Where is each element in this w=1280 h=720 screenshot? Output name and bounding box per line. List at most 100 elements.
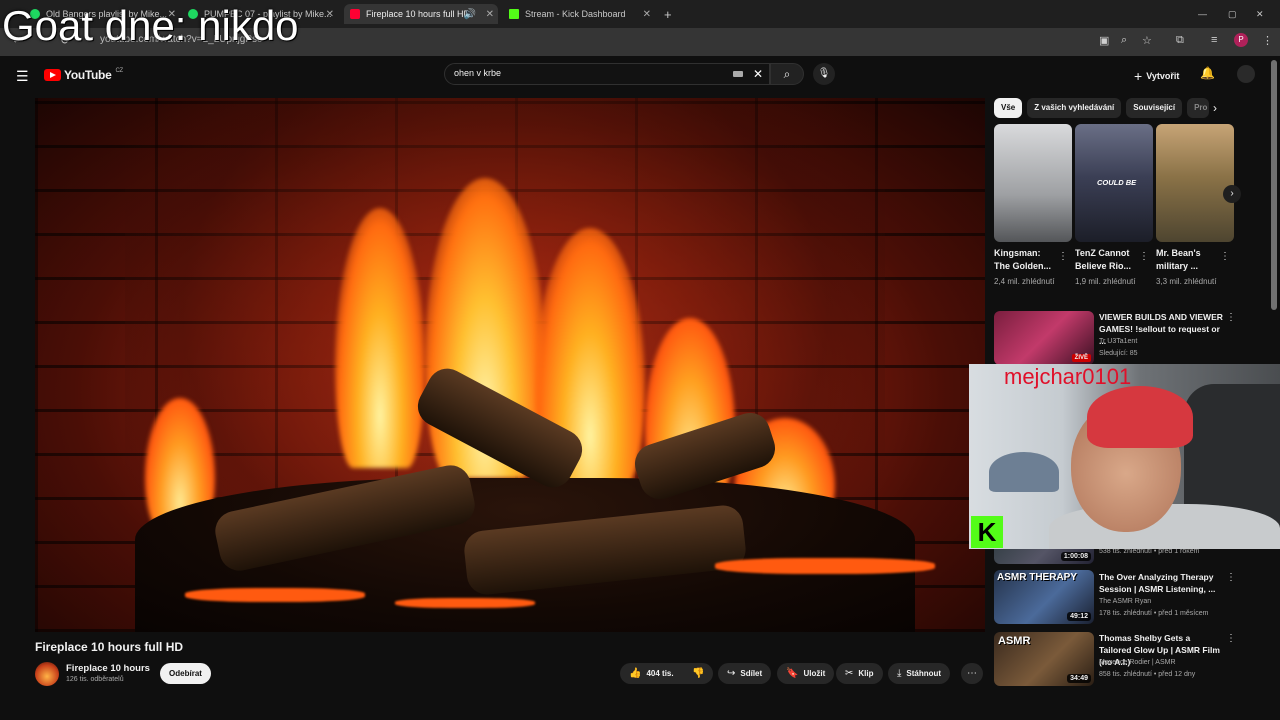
short-title[interactable]: Kingsman: The Golden... <box>994 247 1058 273</box>
video-menu-icon[interactable]: ⋮ <box>1226 572 1236 583</box>
tab-fireplace[interactable]: Fireplace 10 hours full HD 🔊 ✕ <box>344 4 498 24</box>
youtube-logo[interactable]: YouTube CZ <box>44 68 123 82</box>
video-channel[interactable]: Tr U3Ta1ent <box>1099 336 1229 347</box>
menu-icon[interactable]: ☰ <box>16 68 29 85</box>
download-button[interactable]: ⤓ Stáhnout <box>888 663 951 684</box>
account-avatar[interactable] <box>1237 65 1255 83</box>
region-code: CZ <box>115 68 123 74</box>
more-actions-button[interactable]: ⋯ <box>961 663 983 684</box>
webcam-object <box>989 452 1059 492</box>
speaker-icon[interactable]: 🔊 <box>464 9 476 20</box>
short-thumbnail[interactable]: COULD BE <box>1075 124 1153 242</box>
video-menu-icon[interactable]: ⋮ <box>1226 312 1236 323</box>
ember <box>185 588 365 602</box>
close-tab-icon[interactable]: ✕ <box>326 9 334 20</box>
keyboard-icon[interactable] <box>733 71 743 77</box>
video-title-link[interactable]: The Over Analyzing Therapy Session | ASM… <box>1099 571 1224 595</box>
thumbnail-text: ASMR <box>998 635 1031 647</box>
live-badge: ŽIVĚ <box>1071 354 1091 362</box>
video-thumbnail[interactable]: ŽIVĚ <box>994 311 1094 365</box>
chip-related[interactable]: Související <box>1126 98 1183 118</box>
microphone-icon: 🎙 <box>817 68 831 79</box>
short-overlay-text: COULD BE <box>1097 178 1137 187</box>
like-button[interactable]: 👍 404 tis. <box>620 663 683 684</box>
short-title[interactable]: TenZ Cannot Believe Rio... <box>1075 247 1139 273</box>
youtube-header: ☰ YouTube CZ ✕ ⌕ 🎙 + Vytvořit 🔔 <box>0 56 1280 94</box>
ember <box>395 598 535 608</box>
search-input[interactable] <box>454 68 724 78</box>
chip-for-you[interactable]: Pro <box>1187 98 1210 118</box>
clear-search-icon[interactable]: ✕ <box>753 67 763 81</box>
more-icon: ⋯ <box>967 668 977 679</box>
clip-button[interactable]: ✂ Klip <box>836 663 883 684</box>
share-icon: ↪ <box>727 668 736 679</box>
video-duration: 34:49 <box>1067 674 1091 683</box>
channel-name[interactable]: Fireplace 10 hours <box>66 663 150 674</box>
browser-menu-icon[interactable]: ⋮ <box>1262 34 1273 47</box>
close-tab-icon[interactable]: ✕ <box>486 9 494 20</box>
video-duration: 49:12 <box>1067 612 1091 621</box>
share-button[interactable]: ↪ Sdílet <box>718 663 772 684</box>
short-thumbnail[interactable] <box>994 124 1072 242</box>
video-title: Fireplace 10 hours full HD <box>35 640 184 654</box>
voice-search-button[interactable]: 🎙 <box>813 63 835 85</box>
video-channel[interactable]: The ASMR Ryan <box>1099 596 1229 607</box>
media-control-icon[interactable]: ≡ <box>1211 34 1217 46</box>
video-thumbnail[interactable]: ASMR 34:49 <box>994 632 1094 686</box>
filter-chips: Vše Z vašich vyhledávání Související Pro <box>994 98 1210 118</box>
maximize-button[interactable]: ▢ <box>1228 4 1240 24</box>
plus-icon: + <box>1134 68 1143 84</box>
kick-icon <box>509 9 519 19</box>
tab-label: Stream - Kick Dashboard <box>525 9 626 19</box>
minimize-button[interactable]: — <box>1198 4 1210 24</box>
notifications-bell-icon[interactable]: 🔔 <box>1200 66 1215 80</box>
tab-label: Fireplace 10 hours full HD <box>366 9 471 19</box>
save-label: Uložit <box>803 669 826 678</box>
chip-all[interactable]: Vše <box>994 98 1023 118</box>
video-menu-icon[interactable]: ⋮ <box>1226 633 1236 644</box>
clip-label: Klip <box>858 669 874 678</box>
thumbs-down-icon: 👎 <box>692 668 705 679</box>
video-player[interactable] <box>35 98 985 632</box>
subscribe-button[interactable]: Odebírat <box>160 663 211 684</box>
download-icon: ⤓ <box>897 668 902 679</box>
scissors-icon: ✂ <box>845 668 854 679</box>
zoom-icon[interactable]: ⌕ <box>1121 34 1127 47</box>
short-thumbnail[interactable] <box>1156 124 1234 242</box>
chips-next-icon[interactable]: › <box>1213 101 1217 115</box>
youtube-icon <box>350 9 360 19</box>
bookmark-star-icon[interactable]: ☆ <box>1142 34 1152 47</box>
video-meta: 178 tis. zhlédnutí • před 1 měsícem <box>1099 610 1209 617</box>
search-icon: ⌕ <box>783 67 791 81</box>
new-tab-button[interactable]: + <box>664 4 680 24</box>
video-channel[interactable]: Maxence Rodier | ASMR <box>1099 657 1229 668</box>
short-title[interactable]: Mr. Bean's military ... <box>1156 247 1220 273</box>
kick-logo-icon: K <box>971 516 1003 548</box>
short-menu-icon[interactable]: ⋮ <box>1139 251 1149 262</box>
search-button[interactable]: ⌕ <box>770 63 804 85</box>
dislike-button[interactable]: 👎 <box>683 663 714 684</box>
streamer-name: mejchar0101 <box>1004 364 1132 389</box>
cast-icon[interactable]: ▣ <box>1099 34 1109 47</box>
tab-kick-dashboard[interactable]: Stream - Kick Dashboard ✕ <box>505 4 655 24</box>
create-button[interactable]: + Vytvořit <box>1134 68 1179 84</box>
shorts-next-button[interactable]: › <box>1223 185 1241 203</box>
short-views: 2,4 mil. zhlédnutí <box>994 277 1055 286</box>
save-button[interactable]: 🔖 Uložit <box>777 663 835 684</box>
bookmark-icon: 🔖 <box>786 668 799 679</box>
short-menu-icon[interactable]: ⋮ <box>1058 251 1068 262</box>
extensions-icon[interactable]: ⧉ <box>1176 34 1184 47</box>
video-thumbnail[interactable]: ASMR THERAPY 49:12 <box>994 570 1094 624</box>
video-duration: 1:00:08 <box>1060 552 1091 561</box>
video-meta: Sledující: 85 <box>1099 350 1138 357</box>
like-count: 404 tis. <box>646 669 674 678</box>
page-scrollbar[interactable] <box>1271 60 1277 310</box>
profile-avatar[interactable]: P <box>1234 33 1248 47</box>
chip-from-searches[interactable]: Z vašich vyhledávání <box>1027 98 1122 118</box>
close-tab-icon[interactable]: ✕ <box>643 9 651 20</box>
channel-avatar[interactable] <box>35 662 59 686</box>
short-menu-icon[interactable]: ⋮ <box>1220 251 1230 262</box>
create-label: Vytvořit <box>1146 71 1180 81</box>
close-window-button[interactable]: ✕ <box>1256 4 1268 24</box>
short-views: 1,9 mil. zhlédnutí <box>1075 277 1136 286</box>
